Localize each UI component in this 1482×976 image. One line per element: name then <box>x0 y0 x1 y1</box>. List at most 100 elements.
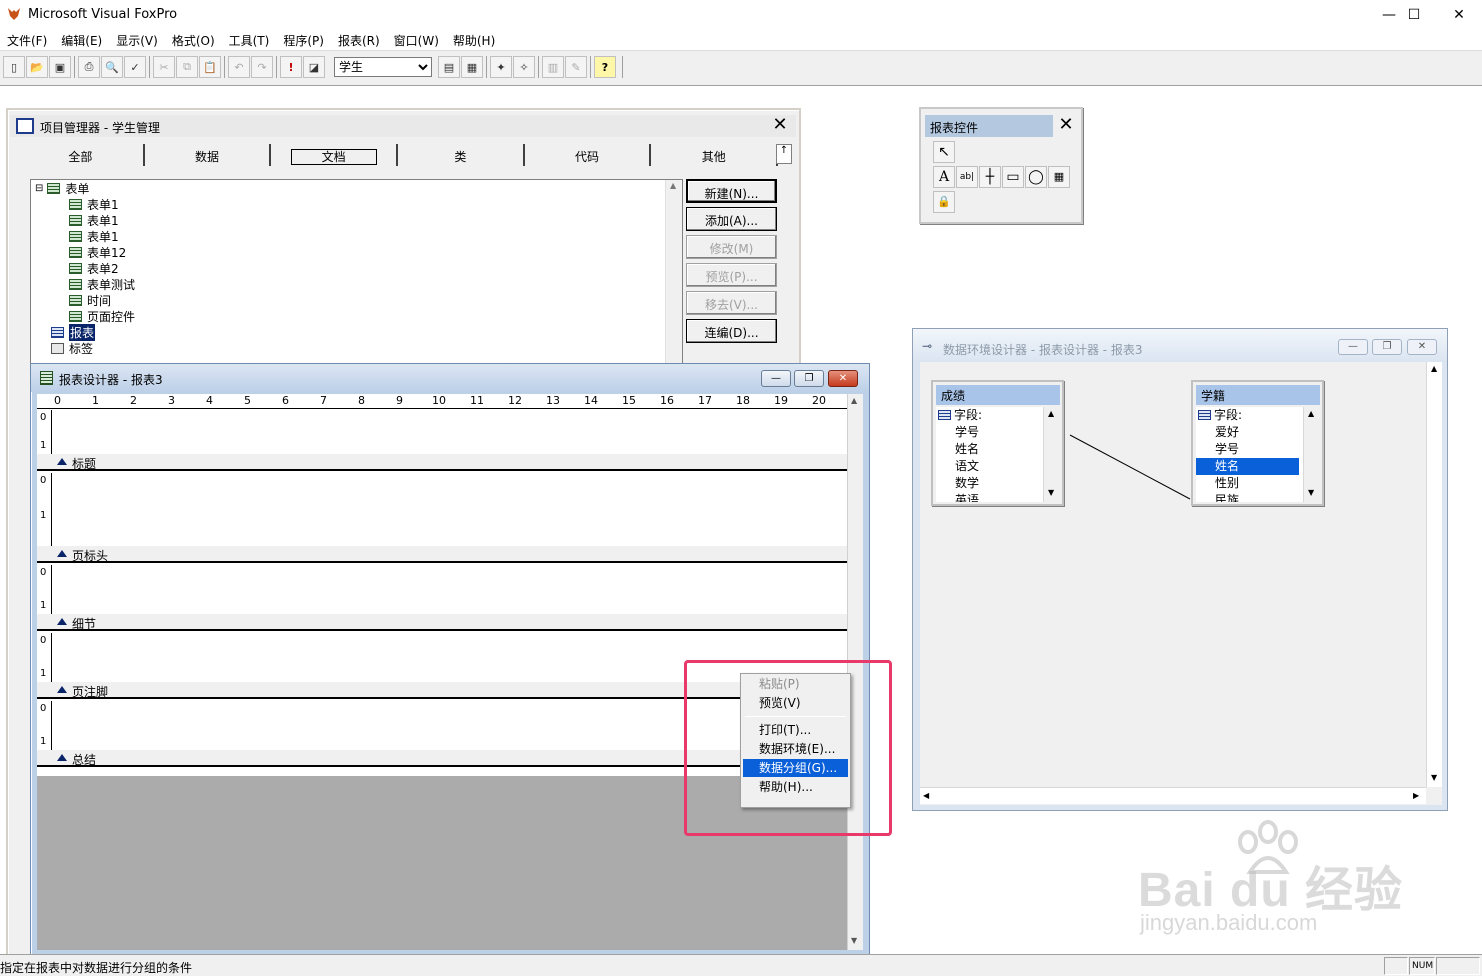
add-button[interactable]: 添加(A)... <box>686 207 777 231</box>
scroll-up-icon[interactable]: ▲ <box>1048 409 1054 418</box>
report-canvas[interactable]: 0 1 2 3 4 5 6 7 8 9 10 11 12 13 14 15 16… <box>37 394 863 950</box>
menu-item-paste[interactable]: 粘贴(P) <box>743 675 848 693</box>
close-button[interactable]: ✕ <box>1436 0 1482 30</box>
scroll-up-icon[interactable]: ▲ <box>851 396 857 405</box>
collapse-arrow-icon[interactable]: ↑ <box>776 144 792 164</box>
label-tool-icon[interactable]: A <box>933 166 955 188</box>
scroll-up-icon[interactable]: ▲ <box>670 181 676 190</box>
rectangle-tool-icon[interactable]: ▭ <box>1002 166 1024 188</box>
field-list-scrollbar[interactable]: ▲ ▼ <box>1303 407 1320 502</box>
tree-item-form[interactable]: 表单1 <box>69 228 119 244</box>
run-icon[interactable]: ! <box>280 56 302 78</box>
help-icon[interactable]: ? <box>594 56 616 78</box>
field-item-selected[interactable]: 姓名 <box>1196 458 1299 475</box>
menu-view[interactable]: 显示(V) <box>109 30 165 50</box>
tree-group-forms[interactable]: ⊟ 表单 <box>35 180 89 196</box>
menu-report[interactable]: 报表(R) <box>331 30 387 50</box>
rounded-rectangle-tool-icon[interactable]: ◯ <box>1025 166 1047 188</box>
tab-documents[interactable]: 文档 <box>271 144 399 166</box>
menu-window[interactable]: 窗口(W) <box>387 30 446 50</box>
field-item[interactable]: 数学 <box>936 475 1043 492</box>
menu-item-data-environment[interactable]: 数据环境(E)... <box>743 740 848 758</box>
menu-file[interactable]: 文件(F) <box>0 30 54 50</box>
tab-data[interactable]: 数据 <box>145 144 272 166</box>
form-wizard-icon[interactable]: ✦ <box>490 56 512 78</box>
maximize-button[interactable]: ☐ <box>1391 0 1437 30</box>
scroll-down-icon[interactable]: ▼ <box>1048 488 1054 497</box>
tree-scrollbar[interactable]: ▲ <box>665 180 682 368</box>
tab-classes[interactable]: 类 <box>398 144 525 166</box>
minimize-icon[interactable]: — <box>761 370 791 387</box>
band-page-footer[interactable]: 页注脚 <box>37 682 847 699</box>
field-item[interactable]: 语文 <box>936 458 1043 475</box>
field-list[interactable]: 字段: 学号 姓名 语文 数学 英语 ▲ ▼ <box>936 407 1060 502</box>
canvas-horizontal-scrollbar[interactable]: ◀ ▶ <box>920 787 1426 804</box>
close-icon[interactable]: ✕ <box>1055 115 1077 137</box>
field-item[interactable]: 英语 <box>936 492 1043 502</box>
menu-item-help[interactable]: 帮助(H)... <box>743 778 848 796</box>
menu-tools[interactable]: 工具(T) <box>222 30 277 50</box>
restore-icon[interactable]: ❐ <box>1372 339 1402 355</box>
collapse-icon[interactable]: ⊟ <box>35 183 43 194</box>
spell-check-icon[interactable]: ✓ <box>124 56 146 78</box>
menu-help[interactable]: 帮助(H) <box>446 30 502 50</box>
view-window-icon[interactable]: ▦ <box>461 56 483 78</box>
tab-code[interactable]: 代码 <box>525 144 652 166</box>
copy-icon[interactable]: ⧉ <box>176 56 198 78</box>
tree-item-form[interactable]: 表单12 <box>69 244 126 260</box>
picture-tool-icon[interactable]: ▦ <box>1048 166 1070 188</box>
autoreport-icon[interactable]: ✎ <box>565 56 587 78</box>
modify-button[interactable]: 修改(M) <box>686 235 777 259</box>
tab-other[interactable]: 其他 <box>651 144 779 166</box>
field-list[interactable]: 字段: 爱好 学号 姓名 性别 民族 ▲ ▼ <box>1196 407 1320 502</box>
tree-item-form[interactable]: 表单1 <box>69 196 119 212</box>
select-pointer-icon[interactable]: ↖ <box>933 141 955 163</box>
field-item[interactable]: 姓名 <box>936 441 1043 458</box>
close-icon[interactable]: ✕ <box>1407 339 1437 355</box>
band-page-header[interactable]: 页标头 <box>37 546 847 563</box>
menu-item-print[interactable]: 打印(T)... <box>743 721 848 739</box>
band-detail[interactable]: 细节 <box>37 614 847 631</box>
paste-icon[interactable]: 📋 <box>199 56 221 78</box>
build-button[interactable]: 连编(D)... <box>686 319 777 343</box>
tree-item-form[interactable]: 表单1 <box>69 212 119 228</box>
command-window-icon[interactable]: ▤ <box>438 56 460 78</box>
table-cursor-enrollment[interactable]: 学籍 字段: 爱好 学号 姓名 性别 民族 ▲ ▼ <box>1191 380 1324 506</box>
autoform-icon[interactable]: ✧ <box>513 56 535 78</box>
restore-icon[interactable]: ❐ <box>794 370 824 387</box>
field-tool-icon[interactable]: ab| <box>956 166 978 188</box>
field-list-scrollbar[interactable]: ▲ ▼ <box>1043 407 1060 502</box>
modify-form-icon[interactable]: ◪ <box>303 56 325 78</box>
canvas-vertical-scrollbar[interactable]: ▲ ▼ <box>1426 362 1442 787</box>
open-folder-icon[interactable]: 📂 <box>26 56 48 78</box>
lock-icon[interactable]: 🔒 <box>933 191 955 213</box>
save-icon[interactable]: ▣ <box>49 56 71 78</box>
line-tool-icon[interactable]: ┼ <box>979 166 1001 188</box>
scroll-up-icon[interactable]: ▲ <box>1308 409 1314 418</box>
minimize-icon[interactable]: — <box>1338 339 1368 355</box>
tree-item-form[interactable]: 表单2 <box>69 260 119 276</box>
tree-item-form[interactable]: 时间 <box>69 292 111 308</box>
tree-group-labels[interactable]: 标签 <box>51 340 93 356</box>
scroll-down-icon[interactable]: ▼ <box>1308 488 1314 497</box>
database-combo[interactable]: 学生 <box>334 57 432 77</box>
close-icon[interactable]: ✕ <box>770 116 790 136</box>
scroll-up-icon[interactable]: ▲ <box>1431 364 1437 373</box>
print-icon[interactable]: ⎙ <box>78 56 100 78</box>
tree-item-form[interactable]: 页面控件 <box>69 308 135 324</box>
scroll-right-icon[interactable]: ▶ <box>1413 791 1419 800</box>
scroll-down-icon[interactable]: ▼ <box>1431 773 1437 782</box>
table-cursor-scores[interactable]: 成绩 字段: 学号 姓名 语文 数学 英语 ▲ ▼ <box>931 380 1064 506</box>
new-button[interactable]: 新建(N)... <box>686 179 777 203</box>
menu-item-data-grouping[interactable]: 数据分组(G)... <box>743 759 848 777</box>
tab-all[interactable]: 全部 <box>18 144 145 166</box>
report-wizard-icon[interactable]: ▥ <box>542 56 564 78</box>
band-title[interactable]: 标题 <box>37 454 847 471</box>
field-item[interactable]: 民族 <box>1196 492 1303 502</box>
tree-item-form[interactable]: 表单测试 <box>69 276 135 292</box>
menu-item-preview[interactable]: 预览(V) <box>743 694 848 712</box>
close-icon[interactable]: ✕ <box>828 370 858 387</box>
field-item[interactable]: 学号 <box>936 424 1043 441</box>
menu-program[interactable]: 程序(P) <box>276 30 331 50</box>
tree-group-reports[interactable]: 报表 <box>51 323 96 341</box>
